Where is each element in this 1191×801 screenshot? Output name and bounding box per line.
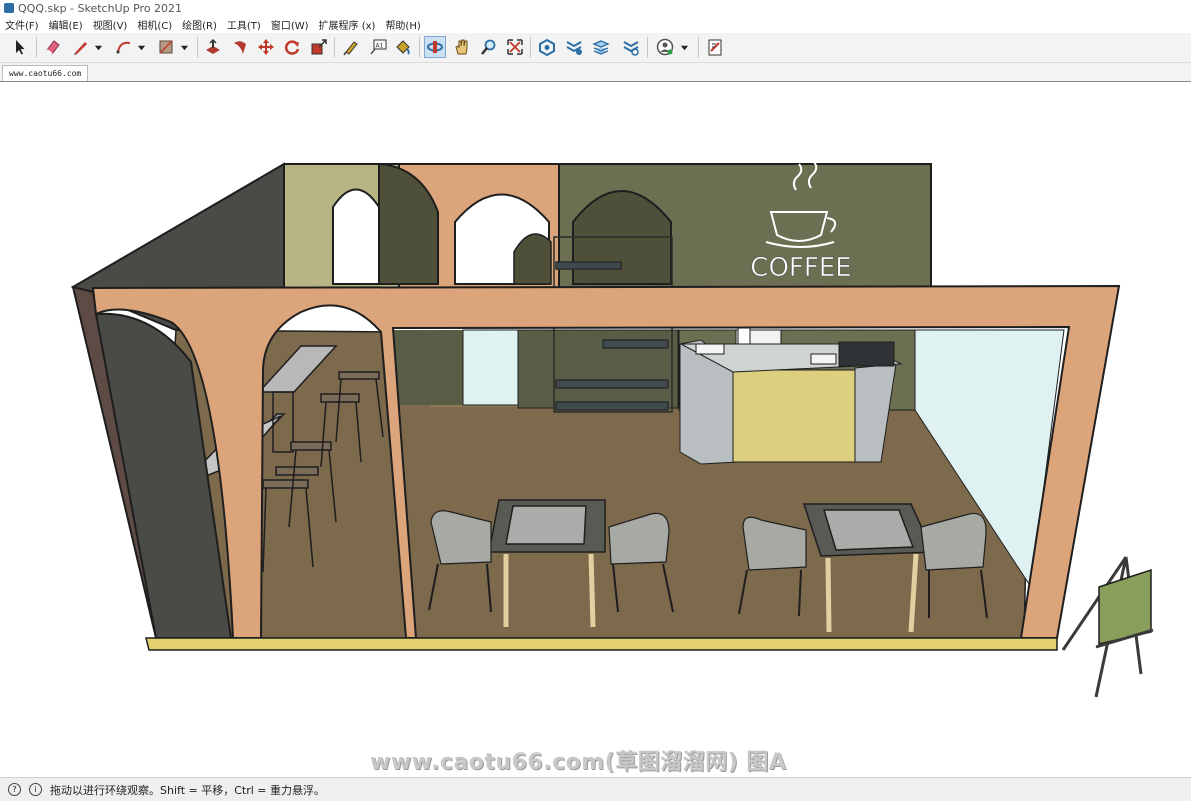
tape-measure-tool-button[interactable] (340, 36, 362, 58)
chevron-down-icon (680, 45, 688, 50)
status-message: 拖动以进行环绕观察。Shift = 平移，Ctrl = 重力悬浮。 (50, 783, 325, 797)
paint-bucket-tool-button[interactable] (392, 36, 414, 58)
info-icon[interactable]: i (29, 783, 42, 796)
menu-file[interactable]: 文件(F) (0, 17, 44, 32)
tape-measure-icon (343, 41, 358, 56)
push-pull-tool-button[interactable] (202, 36, 224, 58)
pan-hand-icon (455, 39, 468, 55)
menu-easel (1061, 556, 1154, 698)
menu-help[interactable]: 帮助(H) (380, 17, 425, 32)
toolbar-separator (197, 37, 198, 58)
toolbar-separator (647, 37, 648, 58)
move-tool-button[interactable] (255, 36, 277, 58)
rotate-tool-button[interactable] (281, 36, 303, 58)
text-label-icon: A1 (370, 39, 387, 55)
geo-location-icon[interactable]: ? (8, 783, 21, 796)
layers-button[interactable] (590, 36, 612, 58)
back-arch-white (332, 188, 380, 285)
eraser-icon (46, 40, 60, 55)
watermark-text: www.caotu66.com(草图溜溜网) 图A (370, 750, 787, 775)
orbit-icon (427, 41, 443, 53)
rectangle-tool-button[interactable] (155, 36, 177, 58)
orbit-tool-button[interactable] (424, 36, 446, 58)
paint-bucket-icon (396, 40, 410, 55)
floor-edge (145, 637, 1058, 651)
zoom-extents-icon (507, 39, 523, 55)
warehouse-icon (539, 38, 555, 56)
inner-window-left (462, 329, 519, 406)
line-tool-dropdown[interactable] (91, 36, 105, 58)
extension-manager-button[interactable] (620, 36, 642, 58)
coffee-counter (679, 326, 903, 465)
layout-icon (708, 39, 722, 56)
extension-warehouse-icon (566, 41, 582, 55)
pencil-line-icon (74, 42, 87, 55)
zoom-tool-button[interactable] (478, 36, 500, 58)
user-account-icon (656, 38, 674, 56)
chevron-down-icon (94, 45, 102, 50)
select-tool-button[interactable] (9, 36, 31, 58)
arc-tool-dropdown[interactable] (134, 36, 148, 58)
extension-manager-icon (623, 41, 639, 56)
text-tool-button[interactable]: A1 (367, 36, 389, 58)
extension-warehouse-button[interactable] (563, 36, 585, 58)
rectangle-icon (159, 40, 173, 54)
line-tool-button[interactable] (70, 36, 92, 58)
main-toolbar: A1 (0, 33, 1191, 63)
shape-tool-dropdown[interactable] (177, 36, 191, 58)
toolbar-separator (530, 37, 531, 58)
follow-me-icon (234, 41, 246, 54)
menu-tools[interactable]: 工具(T) (222, 17, 266, 32)
pan-tool-button[interactable] (451, 36, 473, 58)
toolbar-separator (419, 37, 420, 58)
zoom-icon (481, 39, 496, 55)
title-bar: QQQ.skp - SketchUp Pro 2021 (0, 0, 1191, 16)
menu-draw[interactable]: 绘图(R) (177, 17, 222, 32)
user-account-dropdown[interactable] (677, 36, 691, 58)
send-to-layout-button[interactable] (704, 36, 726, 58)
scene-tab[interactable]: www.caotu66.com (2, 65, 89, 81)
chevron-down-icon (137, 45, 145, 50)
scale-icon (311, 39, 327, 55)
eraser-tool-button[interactable] (42, 36, 64, 58)
menu-camera[interactable]: 相机(C) (132, 17, 177, 32)
menu-window[interactable]: 窗口(W) (266, 17, 314, 32)
menu-bar: 文件(F) 编辑(E) 视图(V) 相机(C) 绘图(R) 工具(T) 窗口(W… (0, 16, 1191, 33)
menu-extensions[interactable]: 扩展程序 (x) (314, 17, 381, 32)
layers-icon (592, 40, 610, 55)
coffee-shop-model: COFFEE (70, 161, 1154, 698)
status-bar: ? i 拖动以进行环绕观察。Shift = 平移，Ctrl = 重力悬浮。 (0, 777, 1191, 801)
arc-icon (116, 41, 131, 54)
toolbar-separator (698, 37, 699, 58)
inner-wall-olive (393, 330, 463, 405)
coffee-sign-text: COFFEE (750, 253, 851, 283)
push-pull-icon (206, 38, 220, 54)
follow-me-tool-button[interactable] (229, 36, 251, 58)
rotate-icon (284, 40, 300, 55)
3d-warehouse-button[interactable] (536, 36, 558, 58)
toolbar-separator (36, 37, 37, 58)
window-title: QQQ.skp - SketchUp Pro 2021 (18, 1, 183, 15)
menu-view[interactable]: 视图(V) (88, 17, 133, 32)
arc-tool-button[interactable] (113, 36, 135, 58)
user-account-button[interactable] (654, 36, 676, 58)
zoom-extents-tool-button[interactable] (504, 36, 526, 58)
scene-tab-bar: www.caotu66.com (0, 63, 1191, 82)
scale-tool-button[interactable] (308, 36, 330, 58)
sketchup-app-icon (4, 3, 14, 13)
menu-edit[interactable]: 编辑(E) (44, 17, 88, 32)
svg-text:A1: A1 (376, 43, 384, 50)
model-viewport[interactable]: COFFEE (1, 82, 1190, 776)
chevron-down-icon (180, 45, 188, 50)
toolbar-separator (334, 37, 335, 58)
select-arrow-icon (16, 40, 25, 55)
move-icon (258, 39, 274, 55)
